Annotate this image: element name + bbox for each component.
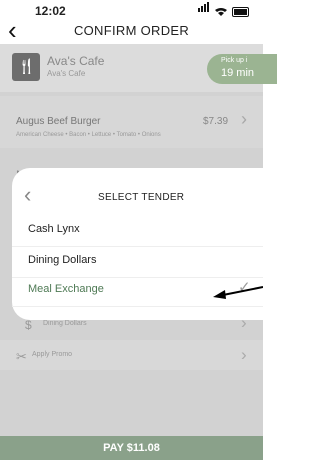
scissors-icon: ✂ [16,349,27,364]
apply-promo-row[interactable]: ✂ Apply Promo › [0,340,263,370]
pickup-label: Pick up i [221,57,248,64]
order-item-row[interactable]: Augus Beef Burger $7.39 › American Chees… [0,96,263,148]
item-name: Augus Beef Burger [16,116,101,127]
cafe-name: Ava's Cafe [47,54,105,68]
chevron-right-icon: › [241,345,247,364]
status-icons [198,2,249,17]
restaurant-icon [12,53,40,81]
wifi-icon [215,8,227,16]
item-price: $7.39 [203,116,229,127]
pickup-time-badge[interactable]: Pick up i 19 min [207,54,277,84]
battery-icon [232,7,249,17]
tender-option-label: Meal Exchange [28,283,104,295]
cafe-subtitle: Ava's Cafe [47,69,86,78]
page-title: CONFIRM ORDER [73,23,190,38]
promo-label: Apply Promo [32,351,73,358]
header: ‹ CONFIRM ORDER [0,17,263,44]
tender-option-dining-dollars[interactable]: Dining Dollars [12,247,263,278]
status-time: 12:02 [35,4,66,18]
dollar-icon: $ [25,318,32,332]
modal-back-chevron-icon[interactable]: ‹ [24,182,31,208]
annotation-arrow-icon [213,286,263,299]
status-bar: 12:02 [0,0,263,22]
tender-option-label: Dining Dollars [28,254,97,266]
pay-button-label: PAY $11.08 [103,442,160,454]
cellular-signal-icon [198,0,210,17]
tender-option-label: Cash Lynx [28,223,80,235]
cafe-info-row: Ava's Cafe Ava's Cafe Pick up i 19 min [0,44,277,92]
item-description: American Cheese • Bacon • Lettuce • Toma… [16,132,161,138]
chevron-right-icon: › [241,109,247,129]
pickup-value: 19 min [221,67,255,79]
pay-button[interactable]: PAY $11.08 [0,436,263,460]
modal-title: SELECT TENDER [98,192,185,203]
tender-label: Dining Dollars [43,320,87,327]
tender-option-cash-lynx[interactable]: Cash Lynx [12,216,263,247]
